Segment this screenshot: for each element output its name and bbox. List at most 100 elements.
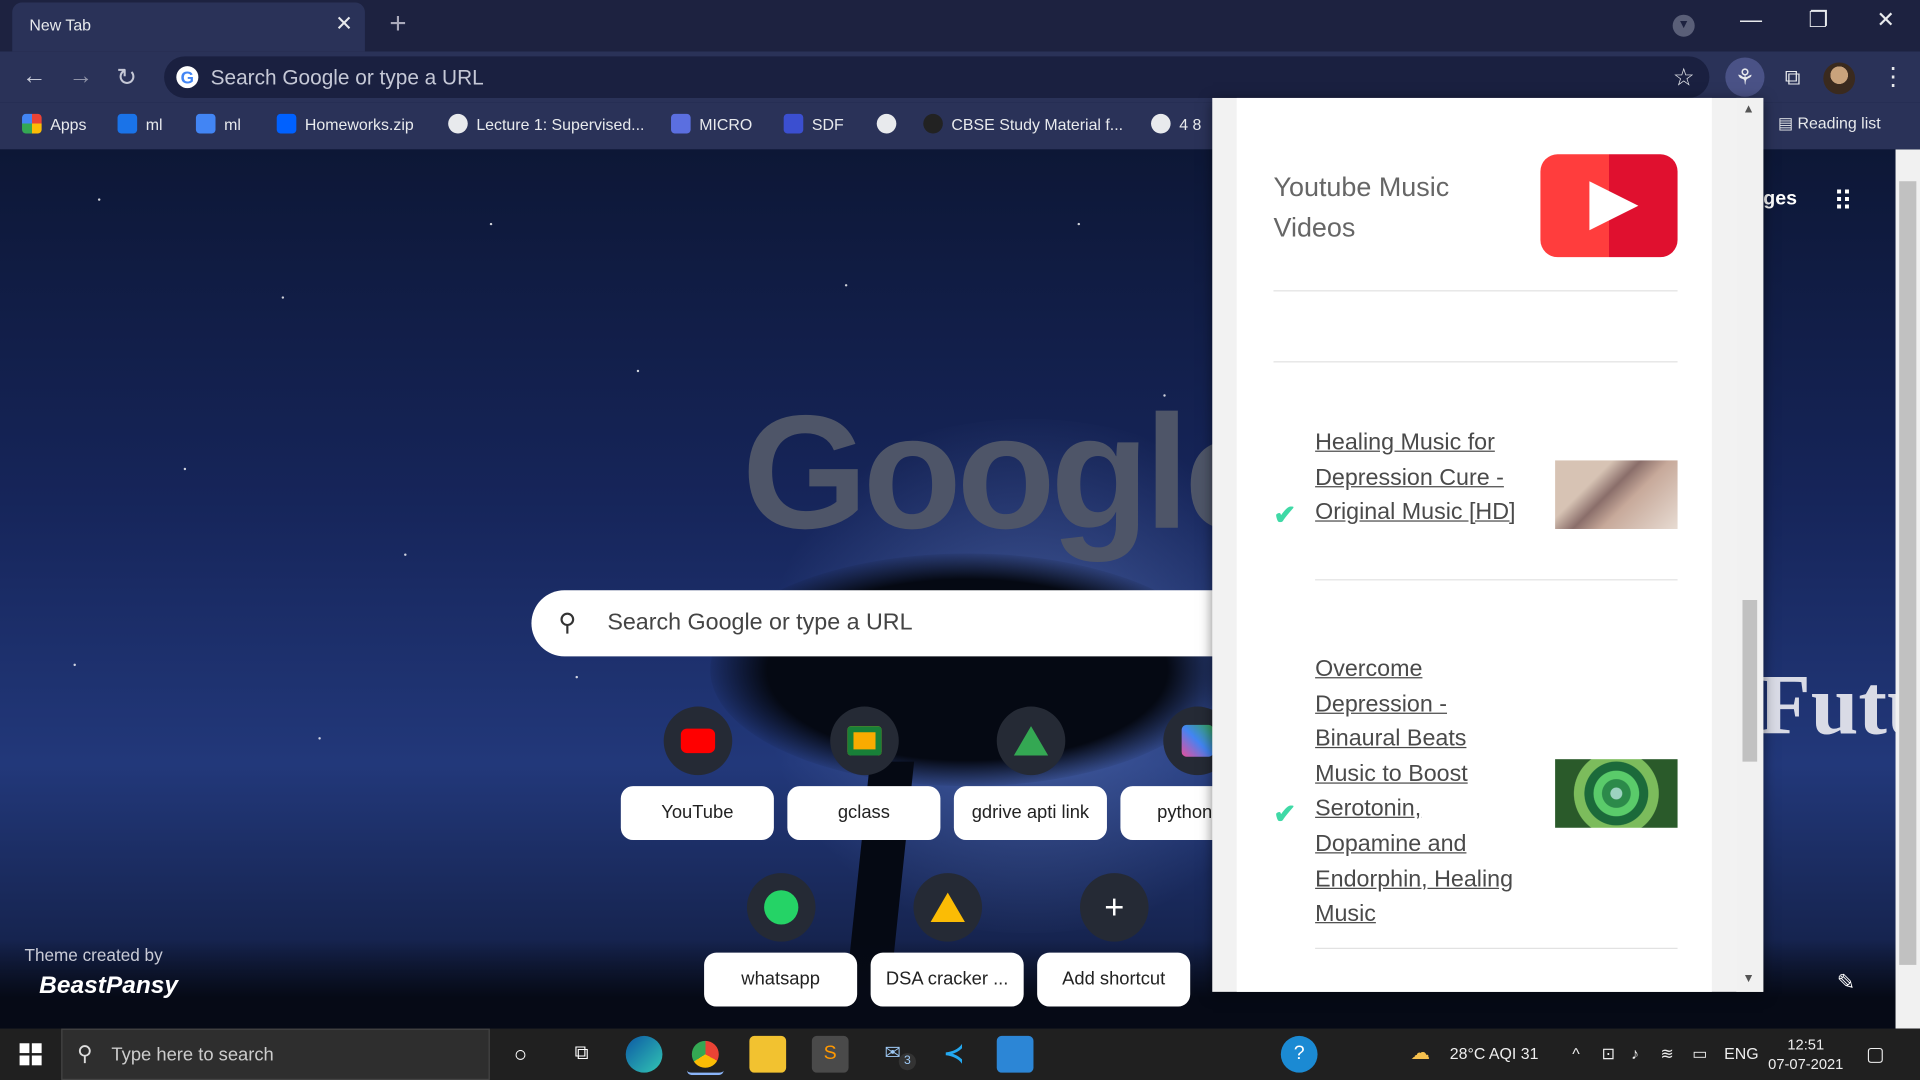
bookmark-micro[interactable]: MICRO [671, 113, 753, 134]
google-icon: G [176, 66, 199, 89]
bookmark-cbse[interactable]: CBSE Study Material f... [923, 113, 1124, 134]
bird-icon [783, 113, 804, 134]
whatsapp-icon[interactable] [746, 873, 816, 942]
tab-close-icon[interactable]: ✕ [335, 12, 352, 36]
title-bar: New Tab ✕ + ▼ — ❐ ✕ [0, 0, 1920, 52]
sublime-text-icon[interactable]: S [811, 1035, 849, 1073]
volume-icon[interactable]: ♪ [1631, 1044, 1639, 1062]
weather-text[interactable]: 28°C AQI 31 [1450, 1044, 1539, 1062]
bookmark-label: CBSE Study Material f... [951, 115, 1124, 134]
bookmark-lecture[interactable]: Lecture 1: Supervised... [448, 113, 645, 134]
newtab-search-box[interactable]: ⚲ Search Google or type a URL [531, 590, 1267, 657]
address-bar[interactable]: G Search Google or type a URL ☆ [164, 56, 1710, 98]
extension-lotus-icon[interactable]: ⚘ [1725, 57, 1765, 97]
address-bar-placeholder: Search Google or type a URL [210, 66, 484, 90]
video-thumbnail-1[interactable] [1555, 460, 1678, 529]
divider [1315, 947, 1678, 949]
images-link[interactable]: ges [1763, 189, 1797, 211]
youtube-logo-icon [1540, 154, 1678, 258]
plus-icon[interactable]: + [1080, 873, 1149, 942]
theme-credit[interactable]: Theme created by [24, 945, 162, 965]
windows-start-icon[interactable] [19, 1043, 42, 1066]
bookmark-ml-2[interactable]: ml [195, 113, 241, 134]
video-link-1[interactable]: Healing Music for Depression Cure - Orig… [1315, 426, 1523, 531]
network-icon[interactable]: ⊡ [1602, 1044, 1615, 1064]
chrome-icon[interactable] [686, 1036, 724, 1076]
shortcut-dsa-cracker[interactable]: DSA cracker ... [870, 952, 1024, 1007]
scroll-up-icon[interactable]: ▲ [1742, 103, 1754, 116]
popup-title: Youtube Music Videos [1273, 171, 1450, 243]
taskbar-search-placeholder: Type here to search [111, 1044, 274, 1066]
restore-button[interactable]: ❐ [1794, 7, 1843, 33]
dropbox-icon [276, 113, 297, 134]
cbse-icon [923, 113, 943, 134]
back-button[interactable]: ← [22, 62, 46, 90]
minimize-button[interactable]: — [1727, 7, 1776, 33]
vscode-icon[interactable]: ≺ [936, 1036, 973, 1073]
close-window-button[interactable]: ✕ [1861, 7, 1910, 33]
youtube-icon[interactable] [663, 706, 733, 776]
customize-pencil-icon[interactable]: ✎ [1837, 970, 1855, 996]
cortana-icon[interactable]: ○ [502, 1036, 539, 1073]
divider [1315, 579, 1678, 581]
bookmark-star-icon[interactable]: ☆ [1673, 62, 1695, 93]
browser-menu-icon[interactable]: ⋮ [1881, 61, 1905, 92]
bookmark-4-8[interactable]: 4 8 [1151, 113, 1201, 134]
battery-icon[interactable]: ▭ [1692, 1044, 1707, 1064]
shortcut-gdrive-apti[interactable]: gdrive apti link [953, 786, 1107, 841]
popup-scrollbar[interactable]: ▲ ▼ [1736, 97, 1764, 992]
tray-chevron-icon[interactable]: ^ [1572, 1044, 1579, 1062]
extensions-puzzle-icon[interactable]: ⧉ [1773, 58, 1812, 97]
bookmark-sdf[interactable]: SDF [783, 113, 844, 134]
mail-icon[interactable]: ✉ 3 [874, 1036, 916, 1073]
task-view-icon[interactable]: ⧉ [563, 1036, 600, 1073]
photos-icon[interactable] [996, 1035, 1034, 1073]
wifi-icon[interactable]: ≋ [1660, 1044, 1673, 1064]
bookmark-apps[interactable]: Apps [22, 113, 86, 134]
tab-search-icon[interactable]: ▼ [1672, 14, 1695, 37]
google-apps-icon[interactable]: ⠿ [1833, 186, 1853, 218]
language-indicator[interactable]: ENG [1724, 1044, 1758, 1062]
bookmark-label: MICRO [699, 115, 753, 134]
edge-icon[interactable] [625, 1035, 663, 1073]
taskbar-search[interactable]: ⚲ Type here to search [61, 1028, 490, 1080]
weather-icon[interactable]: ☁ [1411, 1041, 1431, 1065]
new-tab-button[interactable]: + [389, 7, 406, 41]
google-drive-icon[interactable] [996, 706, 1066, 776]
page-scrollbar-thumb[interactable] [1899, 181, 1917, 965]
ml-icon [117, 113, 138, 134]
divider [1273, 361, 1678, 363]
bookmark-label: Lecture 1: Supervised... [476, 115, 645, 134]
forward-button[interactable]: → [69, 62, 93, 90]
shortcut-add[interactable]: Add shortcut [1037, 952, 1191, 1007]
video-link-2[interactable]: Overcome Depression - Binaural Beats Mus… [1315, 653, 1523, 933]
help-icon[interactable]: ? [1280, 1035, 1318, 1073]
bookmark-globe[interactable] [876, 113, 905, 134]
globe-icon [1151, 113, 1171, 134]
check-icon: ✔ [1273, 499, 1297, 531]
shortcut-whatsapp[interactable]: whatsapp [704, 952, 858, 1007]
scroll-down-icon[interactable]: ▼ [1742, 972, 1754, 985]
notifications-icon[interactable]: ▢ [1866, 1042, 1885, 1066]
tab-new-tab[interactable]: New Tab ✕ [12, 2, 365, 52]
bookmark-ml-1[interactable]: ml [117, 113, 163, 134]
tab-title: New Tab [29, 15, 92, 35]
shortcut-youtube[interactable]: YouTube [620, 786, 774, 841]
theme-brand[interactable]: BeastPansy [39, 972, 178, 1000]
video-thumbnail-2[interactable] [1555, 759, 1678, 828]
search-icon: ⚲ [558, 609, 577, 637]
page-scrollbar[interactable] [1895, 149, 1920, 1029]
shortcut-gclass[interactable]: gclass [787, 786, 941, 841]
bookmark-homeworks[interactable]: Homeworks.zip [276, 113, 414, 134]
reading-list-button[interactable]: ▤ Reading list [1778, 114, 1881, 134]
reload-button[interactable]: ↻ [116, 62, 137, 93]
google-classroom-icon[interactable] [830, 706, 899, 776]
bookmark-label: SDF [811, 115, 844, 134]
popup-scrollbar-thumb[interactable] [1742, 600, 1758, 762]
file-explorer-icon[interactable] [749, 1035, 787, 1073]
profile-avatar[interactable] [1823, 62, 1856, 95]
mail-badge: 3 [898, 1053, 916, 1071]
google-drive-icon[interactable] [913, 873, 983, 942]
clock[interactable]: 12:51 07-07-2021 [1768, 1035, 1843, 1074]
check-icon: ✔ [1273, 798, 1297, 829]
